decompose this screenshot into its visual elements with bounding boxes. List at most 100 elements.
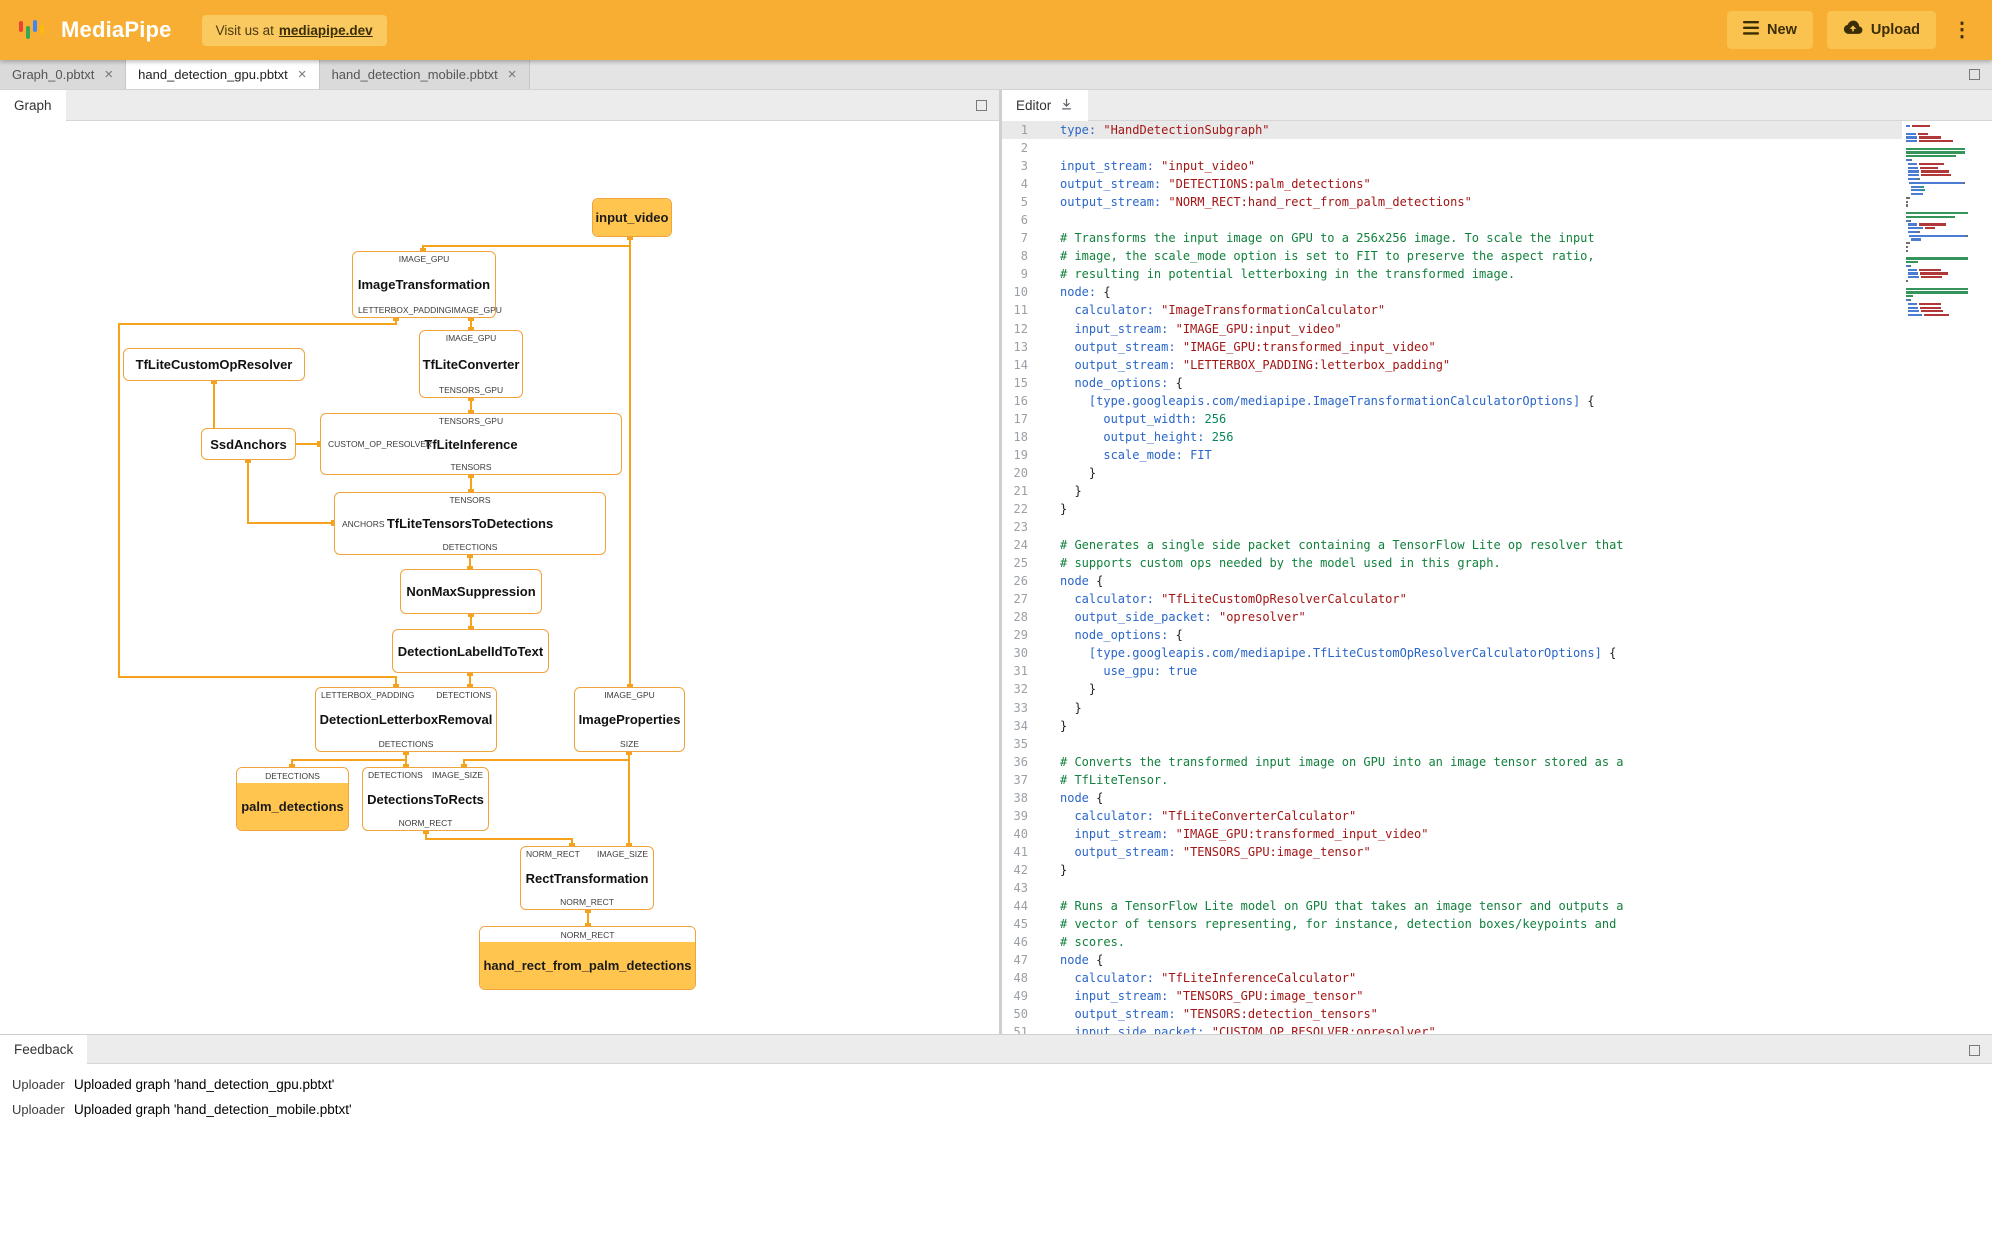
port-row-top: LETTERBOX_PADDING DETECTIONS (316, 688, 496, 700)
tab-editor[interactable]: Editor (1002, 90, 1089, 121)
download-icon[interactable] (1059, 97, 1074, 115)
new-button[interactable]: New (1727, 11, 1813, 49)
line-number: 42 (1013, 862, 1028, 877)
file-tab-graph-0-pbtxt[interactable]: Graph_0.pbtxt × (0, 60, 127, 89)
editor-minimap[interactable] (1906, 125, 1984, 318)
code-token: node_options: (1074, 628, 1169, 643)
node-title: hand_rect_from_palm_detections (483, 958, 692, 973)
code-token: output_stream: (1060, 177, 1162, 192)
code-token: # Transforms the input image on GPU to a… (1060, 231, 1595, 246)
graph-pane: Graph input_video IMAGE_GPU ImageTransform… (0, 90, 999, 1034)
minimap-token (1921, 170, 1949, 173)
minimap-line (1906, 196, 1984, 200)
graph-node-rect_transformation[interactable]: NORM_RECT IMAGE_SIZE RectTransformation NOR… (520, 846, 654, 910)
minimap-token (1919, 140, 1953, 143)
line-number: 3 (1020, 159, 1028, 174)
file-tab-bar: Graph_0.pbtxt × hand_detection_gpu.pbtxt × h… (0, 60, 1992, 90)
node-title: NonMaxSuppression (406, 584, 536, 599)
code-line: 41 output_stream: "TENSORS_GPU:image_ten… (1002, 843, 1902, 861)
tab-graph[interactable]: Graph (0, 90, 66, 121)
code-token: "TfLiteInferenceCalculator" (1161, 971, 1357, 986)
graph-node-tflite_tensors_to_detections[interactable]: TENSORS ANCHORS TfLiteTensorsToDetections D… (334, 492, 606, 555)
top-bar: MediaPipe Visit us at mediapipe.dev New … (0, 0, 1992, 60)
code-token: output_stream: (1074, 1007, 1176, 1022)
minimap-token (1909, 219, 1911, 222)
port-label: IMAGE_GPU (445, 333, 497, 343)
graph-node-image_properties[interactable]: IMAGE_GPU ImageProperties SIZE (574, 687, 685, 752)
code-line: 50 output_stream: "TENSORS:detection_ten… (1002, 1005, 1902, 1023)
mediapipe-dev-link[interactable]: mediapipe.dev (279, 23, 373, 38)
node-title-row: ImageProperties (575, 700, 684, 739)
line-number: 27 (1013, 592, 1028, 607)
file-tab-hand-detection-mobile-pbtxt[interactable]: hand_detection_mobile.pbtxt × (319, 60, 530, 89)
graph-node-tflite_custom_op_resolver[interactable]: TfLiteCustomOpResolver (123, 348, 305, 381)
code-line: 42} (1002, 861, 1902, 879)
minimap-token (1909, 264, 1911, 268)
graph-node-input_video[interactable]: input_video (592, 198, 672, 237)
code-token: # vector of tensors representing, for in… (1060, 917, 1617, 932)
port-row-bottom: NORM_RECT (521, 897, 653, 909)
code-token: } (1060, 700, 1082, 715)
main-split: Graph input_video IMAGE_GPU ImageTransform… (0, 90, 1992, 1034)
feedback-popout-icon[interactable] (1969, 1045, 1980, 1056)
editor-pane: Editor 1 type: "HandDetectionSubgraph" 2 3 i… (1002, 90, 1992, 1034)
minimap-token (1906, 147, 1965, 150)
graph-node-detections_to_rects[interactable]: DETECTIONS IMAGE_SIZE DetectionsToRects NOR… (362, 767, 489, 831)
minimap-token (1921, 185, 1924, 188)
code-line: 17 output_width: 256 (1002, 410, 1902, 428)
upload-button[interactable]: Upload (1826, 11, 1936, 49)
line-number: 35 (1013, 736, 1028, 751)
code-token: calculator: (1074, 971, 1154, 986)
graph-node-ssd_anchors[interactable]: SsdAnchors (201, 428, 296, 460)
line-number: 41 (1013, 844, 1028, 859)
minimap-line (1906, 170, 1984, 173)
line-number: 32 (1013, 682, 1028, 697)
minimap-line (1906, 211, 1984, 215)
minimap-token (1906, 261, 1918, 264)
editor-popout-icon[interactable] (1969, 69, 1980, 80)
upload-menu-kebab-icon[interactable]: ⋮ (1950, 20, 1974, 40)
graph-canvas[interactable]: input_video IMAGE_GPU ImageTransformation L… (0, 121, 999, 1034)
minimap-token (1906, 249, 1908, 252)
code-line: 21 } (1002, 482, 1902, 500)
code-line: 8 # image, the scale_mode option is set t… (1002, 247, 1902, 265)
code-text: # Converts the transformed input image o… (1060, 753, 1624, 771)
graph-popout-icon[interactable] (976, 100, 987, 111)
graph-node-non_max_suppression[interactable]: NonMaxSuppression (400, 569, 542, 614)
minimap-token (1918, 132, 1928, 135)
graph-node-hand_rect_from_palm_detections[interactable]: NORM_RECT hand_rect_from_palm_detections (479, 926, 696, 990)
line-number: 38 (1013, 790, 1028, 805)
close-tab-icon[interactable]: × (508, 67, 517, 82)
code-line: 37 # TfLiteTensor. (1002, 771, 1902, 789)
node-title-row: TfLiteConverter (420, 343, 522, 385)
port-label: DETECTIONS (436, 690, 491, 700)
code-text: input_stream: "input_video" (1060, 157, 1255, 175)
line-number: 48 (1013, 971, 1028, 986)
code-line: 5 output_stream: "NORM_RECT:hand_rect_fro… (1002, 193, 1902, 211)
tab-feedback[interactable]: Feedback (0, 1035, 88, 1064)
graph-node-detection_label_id_to_text[interactable]: DetectionLabelIdToText (392, 629, 549, 673)
port-row-top: DETECTIONS IMAGE_SIZE (363, 768, 488, 780)
code-token: scale_mode: (1103, 447, 1183, 462)
graph-node-detection_letterbox_removal[interactable]: LETTERBOX_PADDING DETECTIONS DetectionLett… (315, 687, 497, 752)
port-label: LETTERBOX_PADDING (358, 305, 452, 315)
graph-node-tflite_inference[interactable]: TENSORS_GPU CUSTOM_OP_RESOLVER TfLiteInfer… (320, 413, 622, 475)
graph-node-tflite_converter[interactable]: IMAGE_GPU TfLiteConverter TENSORS_GPU (419, 330, 523, 398)
minimap-token (1920, 272, 1948, 275)
minimap-line (1906, 227, 1984, 230)
file-tab-hand-detection-gpu-pbtxt[interactable]: hand_detection_gpu.pbtxt × (126, 60, 320, 89)
line-number: 9 (1020, 267, 1028, 282)
close-tab-icon[interactable]: × (298, 67, 307, 82)
close-tab-icon[interactable]: × (104, 67, 113, 82)
minimap-token (1906, 242, 1910, 245)
code-text: # TfLiteTensor. (1060, 771, 1168, 789)
code-editor[interactable]: 1 type: "HandDetectionSubgraph" 2 3 input_st… (1002, 121, 1992, 1034)
graph-edge (463, 752, 630, 767)
graph-node-image_transformation[interactable]: IMAGE_GPU ImageTransformation LETTERBOX_PA… (352, 251, 502, 318)
stream-node-body: hand_rect_from_palm_detections (480, 942, 695, 989)
graph-node-palm_detections[interactable]: DETECTIONS palm_detections (236, 767, 349, 831)
port-label: NORM_RECT (480, 927, 695, 942)
code-line: 11 calculator: "ImageTransformationCalcu… (1002, 301, 1902, 319)
